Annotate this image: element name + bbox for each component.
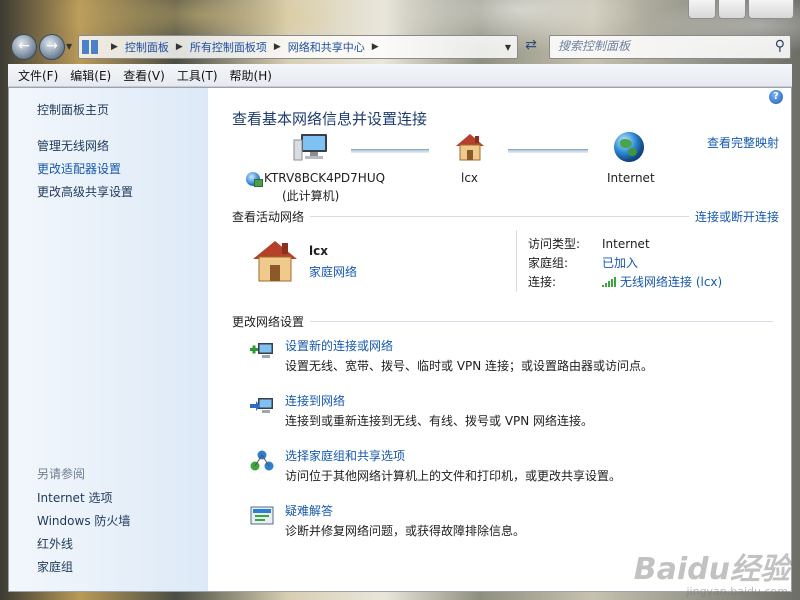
computer-name: KTRV8BCK4PD7HUQ xyxy=(264,171,386,185)
task-description: 诊断并修复网络问题，或获得故障排除信息。 xyxy=(285,524,526,538)
chevron-right-icon[interactable]: ▶ xyxy=(274,42,281,52)
computer-icon xyxy=(293,134,327,161)
address-bar[interactable]: ▶ 控制面板 ▶ 所有控制面板项 ▶ 网络和共享中心 ▶ ▼ xyxy=(78,35,518,59)
navigation-bar: ← → ▼ ▶ 控制面板 ▶ 所有控制面板项 ▶ 网络和共享中心 ▶ ▼ ⇄ ⚲ xyxy=(0,30,800,60)
divider xyxy=(310,321,773,322)
homegroup-label: 家庭组: xyxy=(528,256,569,270)
homegroup-sharing-icon xyxy=(250,450,274,471)
maximize-button[interactable] xyxy=(718,0,746,19)
active-network-name: lcx xyxy=(309,244,328,258)
connection-row: 连接: 无线网络连接 (lcx) xyxy=(528,273,722,290)
menu-tools[interactable]: 工具(T) xyxy=(171,67,224,84)
home-network-icon xyxy=(253,241,297,282)
menu-edit[interactable]: 编辑(E) xyxy=(64,67,117,84)
section-title: 更改网络设置 xyxy=(232,315,305,329)
forward-button[interactable]: → xyxy=(39,34,65,60)
menu-help[interactable]: 帮助(H) xyxy=(224,67,278,84)
homegroup-row: 家庭组: 已加入 xyxy=(528,254,638,271)
back-button[interactable]: ← xyxy=(11,34,37,60)
menu-bar: 文件(F) 编辑(E) 查看(V) 工具(T) 帮助(H) xyxy=(8,64,792,87)
watermark-url: jingyan.baidu.com xyxy=(686,585,788,598)
breadcrumb-control-panel[interactable]: 控制面板 xyxy=(125,39,169,55)
sidebar-item-firewall[interactable]: Windows 防火墙 xyxy=(37,512,130,529)
home-network-icon xyxy=(456,134,484,161)
window-controls xyxy=(688,0,794,19)
menu-file[interactable]: 文件(F) xyxy=(12,67,64,84)
search-input[interactable] xyxy=(550,36,771,56)
history-dropdown-icon[interactable]: ▼ xyxy=(66,42,72,51)
wireless-connection-link[interactable]: 无线网络连接 (lcx) xyxy=(620,275,722,289)
active-networks-header: 查看活动网络 连接或断开连接 xyxy=(232,208,779,225)
network-status-icon xyxy=(246,172,263,187)
divider xyxy=(516,230,517,292)
internet-label[interactable]: Internet xyxy=(607,171,655,185)
see-also-heading: 另请参阅 xyxy=(37,467,86,481)
change-settings-header: 更改网络设置 xyxy=(232,313,779,330)
chevron-down-icon[interactable]: ▼ xyxy=(505,43,511,52)
control-panel-icon xyxy=(82,40,98,54)
homegroup-link[interactable]: 已加入 xyxy=(602,256,638,270)
new-connection-icon xyxy=(250,343,273,358)
search-icon[interactable]: ⚲ xyxy=(775,38,785,54)
access-type-row: 访问类型: Internet xyxy=(528,235,650,252)
menu-view[interactable]: 查看(V) xyxy=(117,67,171,84)
close-button[interactable] xyxy=(748,0,794,19)
map-connector xyxy=(508,149,588,153)
computer-subtitle: (此计算机) xyxy=(282,189,340,203)
main-panel: ? 查看基本网络信息并设置连接 查看完整映射 KTRV8BCK4PD7HUQ (… xyxy=(208,88,791,591)
search-box[interactable]: ⚲ xyxy=(549,35,791,59)
task-description: 设置无线、宽带、拨号、临时或 VPN 连接；或设置路由器或访问点。 xyxy=(285,359,654,373)
connect-network-icon xyxy=(250,398,273,413)
sidebar-item-sharing[interactable]: 更改高级共享设置 xyxy=(37,183,133,200)
baidu-watermark: Baidu经验 xyxy=(633,552,790,587)
sidebar: 控制面板主页 管理无线网络 更改适配器设置 更改高级共享设置 另请参阅 Inte… xyxy=(9,88,208,591)
task-title[interactable]: 设置新的连接或网络 xyxy=(285,337,393,354)
troubleshoot-icon xyxy=(250,506,274,525)
sidebar-item-homegroup[interactable]: 家庭组 xyxy=(37,558,73,575)
minimize-button[interactable] xyxy=(688,0,716,19)
page-title: 查看基本网络信息并设置连接 xyxy=(232,110,428,128)
chevron-right-icon[interactable]: ▶ xyxy=(372,42,379,52)
access-type-value: Internet xyxy=(602,237,650,251)
divider xyxy=(310,216,689,217)
task-title[interactable]: 选择家庭组和共享选项 xyxy=(285,447,405,464)
sidebar-item-wireless[interactable]: 管理无线网络 xyxy=(37,137,109,154)
access-type-label: 访问类型: xyxy=(528,237,581,251)
task-description: 连接到或重新连接到无线、有线、拨号或 VPN 网络连接。 xyxy=(285,414,594,428)
map-connector xyxy=(351,149,429,153)
task-title[interactable]: 疑难解答 xyxy=(285,502,333,519)
wifi-signal-icon xyxy=(602,277,616,287)
connection-label: 连接: xyxy=(528,275,557,289)
sidebar-item-infrared[interactable]: 红外线 xyxy=(37,535,73,552)
sidebar-item-home[interactable]: 控制面板主页 xyxy=(37,101,109,118)
sidebar-item-adapter[interactable]: 更改适配器设置 xyxy=(37,160,121,177)
connect-disconnect-link[interactable]: 连接或断开连接 xyxy=(695,208,779,225)
full-map-link[interactable]: 查看完整映射 xyxy=(707,134,779,151)
refresh-icon[interactable]: ⇄ xyxy=(521,37,541,57)
section-title: 查看活动网络 xyxy=(232,210,305,224)
breadcrumb-all-items[interactable]: 所有控制面板项 xyxy=(190,39,267,55)
internet-globe-icon xyxy=(614,132,644,162)
network-name[interactable]: lcx xyxy=(461,171,478,185)
help-icon[interactable]: ? xyxy=(769,90,783,104)
chevron-right-icon[interactable]: ▶ xyxy=(176,42,183,52)
sidebar-item-internet-options[interactable]: Internet 选项 xyxy=(37,489,112,506)
chevron-right-icon[interactable]: ▶ xyxy=(111,42,118,52)
breadcrumb-network-center[interactable]: 网络和共享中心 xyxy=(288,39,365,55)
task-description: 访问位于其他网络计算机上的文件和打印机，或更改共享设置。 xyxy=(285,469,622,483)
task-title[interactable]: 连接到网络 xyxy=(285,392,345,409)
network-type-link[interactable]: 家庭网络 xyxy=(309,263,357,280)
window-content: 控制面板主页 管理无线网络 更改适配器设置 更改高级共享设置 另请参阅 Inte… xyxy=(8,87,792,592)
